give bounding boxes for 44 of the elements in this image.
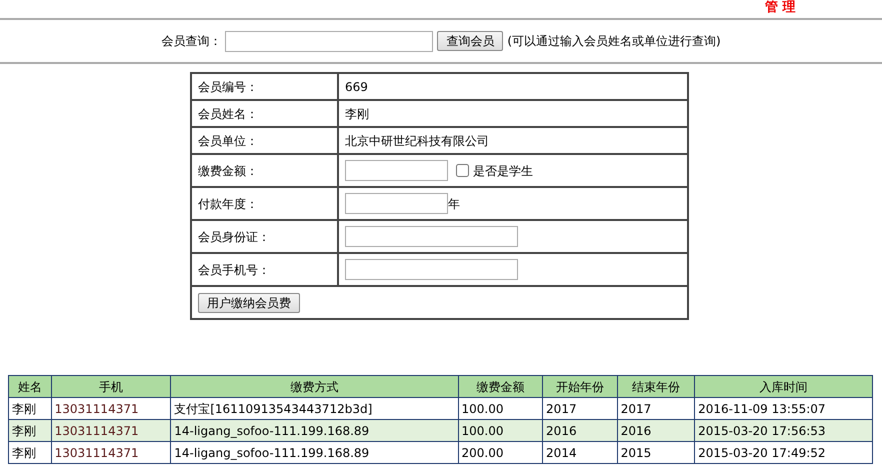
column-header: 缴费方式 <box>170 376 458 398</box>
field-label: 会员姓名： <box>191 100 338 127</box>
text-field[interactable] <box>345 226 518 247</box>
search-label: 会员查询： <box>161 33 222 50</box>
search-field[interactable] <box>225 30 434 52</box>
table-cell: 100.00 <box>458 420 543 442</box>
field-label: 会员手机号： <box>191 253 338 286</box>
column-header: 姓名 <box>8 376 52 398</box>
column-header: 开始年份 <box>542 376 618 398</box>
submit-button[interactable]: 用户缴纳会员费 <box>198 292 300 312</box>
table-cell: 13031114371 <box>51 420 171 442</box>
search-hint: (可以通过输入会员姓名或单位进行查询) <box>507 33 721 50</box>
table-cell: 2015-03-20 17:49:52 <box>694 442 872 464</box>
field-label: 付款年度： <box>191 187 338 220</box>
field-label: 会员单位： <box>191 127 338 154</box>
table-cell: 2015-03-20 17:56:53 <box>694 420 872 442</box>
amount-field[interactable] <box>345 160 448 181</box>
table-cell: 14-ligang_sofoo-111.199.168.89 <box>170 442 458 464</box>
field-label: 会员编号： <box>191 73 338 100</box>
table-cell: 2015 <box>617 442 695 464</box>
student-checkbox[interactable] <box>456 164 469 177</box>
table-cell: 李刚 <box>8 442 52 464</box>
field-value: 李刚 <box>338 100 688 127</box>
column-header: 手机 <box>51 376 171 398</box>
table-cell: 13031114371 <box>51 442 171 464</box>
field-label: 缴费金额： <box>191 154 338 187</box>
table-cell: 2016 <box>617 420 695 442</box>
table-cell: 14-ligang_sofoo-111.199.168.89 <box>170 420 458 442</box>
table-cell: 2014 <box>542 442 618 464</box>
search-button[interactable]: 查询会员 <box>437 31 504 51</box>
field-label: 会员身份证： <box>191 220 338 253</box>
field-value: 北京中研世纪科技有限公司 <box>338 127 688 154</box>
year-suffix: 年 <box>448 196 460 212</box>
column-header: 结束年份 <box>617 376 695 398</box>
header-title: 管 理 <box>765 1 796 15</box>
column-header: 缴费金额 <box>458 376 543 398</box>
table-cell: 2016 <box>542 420 618 442</box>
field-value: 669 <box>338 73 688 100</box>
text-field[interactable] <box>345 259 518 280</box>
table-cell: 200.00 <box>458 442 543 464</box>
year-field[interactable] <box>345 193 448 214</box>
table-cell: 李刚 <box>8 420 52 442</box>
checkbox-label: 是否是学生 <box>473 162 533 180</box>
column-header: 入库时间 <box>694 376 872 398</box>
